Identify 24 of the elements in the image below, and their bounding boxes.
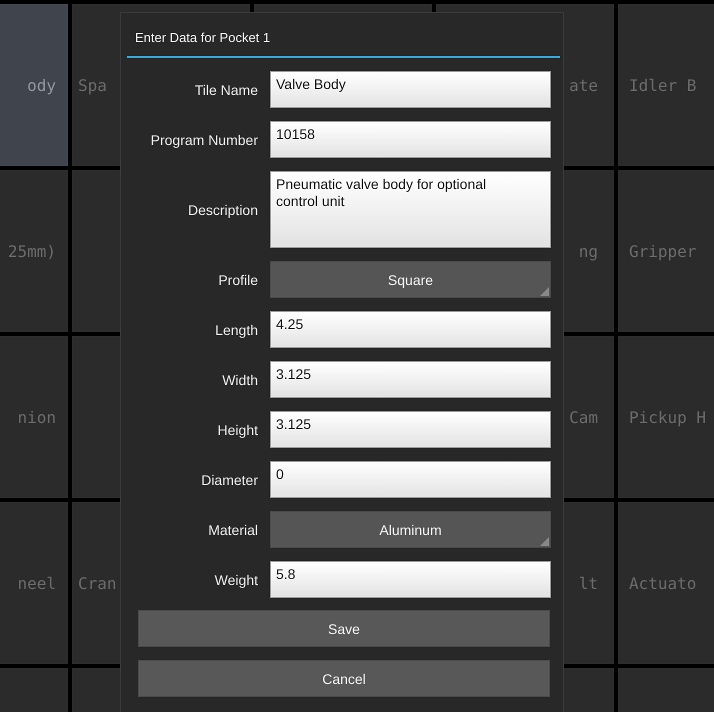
input-field[interactable]: 0 bbox=[270, 461, 551, 498]
input-field[interactable]: 5.8 bbox=[270, 561, 551, 598]
field-label: Diameter bbox=[200, 472, 258, 488]
field-label: Program Number bbox=[150, 132, 258, 148]
tile[interactable]: ody bbox=[0, 4, 68, 166]
input-field[interactable]: 4.25 bbox=[270, 311, 551, 348]
dialog-title: Enter Data for Pocket 1 bbox=[134, 29, 272, 47]
dialog-button[interactable]: Save bbox=[138, 610, 550, 647]
field-label: Description bbox=[186, 202, 258, 218]
input-field[interactable]: 3.125 bbox=[270, 361, 551, 398]
field-label: Height bbox=[216, 422, 258, 438]
dropdown-button[interactable]: Aluminum bbox=[270, 511, 551, 548]
input-field[interactable]: 10158 bbox=[270, 121, 551, 158]
field-label: Width bbox=[221, 372, 258, 388]
field-label: Tile Name bbox=[194, 82, 258, 98]
field-label: Weight bbox=[214, 572, 258, 588]
input-field[interactable]: Valve Body bbox=[270, 71, 551, 108]
field-label: Length bbox=[214, 322, 258, 338]
field-label: Profile bbox=[217, 272, 258, 288]
input-field[interactable]: Pneumatic valve body for optional control unit bbox=[270, 171, 551, 248]
input-field[interactable]: 3.125 bbox=[270, 411, 551, 448]
dialog-button[interactable]: Cancel bbox=[138, 660, 550, 697]
dropdown-button[interactable]: Square bbox=[270, 261, 551, 298]
field-label: Material bbox=[207, 522, 258, 538]
